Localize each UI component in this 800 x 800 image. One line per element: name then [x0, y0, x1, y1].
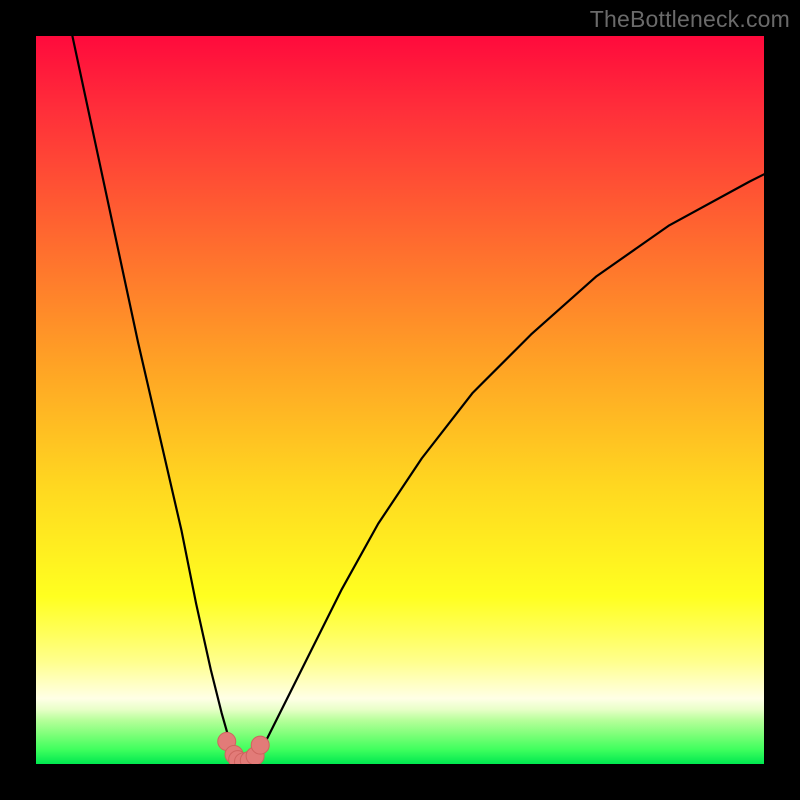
- chart-plot-area: [36, 36, 764, 764]
- curve-right: [256, 174, 764, 758]
- curve-left: [72, 36, 238, 758]
- trough-marker: [251, 736, 269, 754]
- chart-frame: TheBottleneck.com: [0, 0, 800, 800]
- watermark-text: TheBottleneck.com: [590, 6, 790, 33]
- chart-svg: [36, 36, 764, 764]
- trough-dots: [218, 732, 269, 764]
